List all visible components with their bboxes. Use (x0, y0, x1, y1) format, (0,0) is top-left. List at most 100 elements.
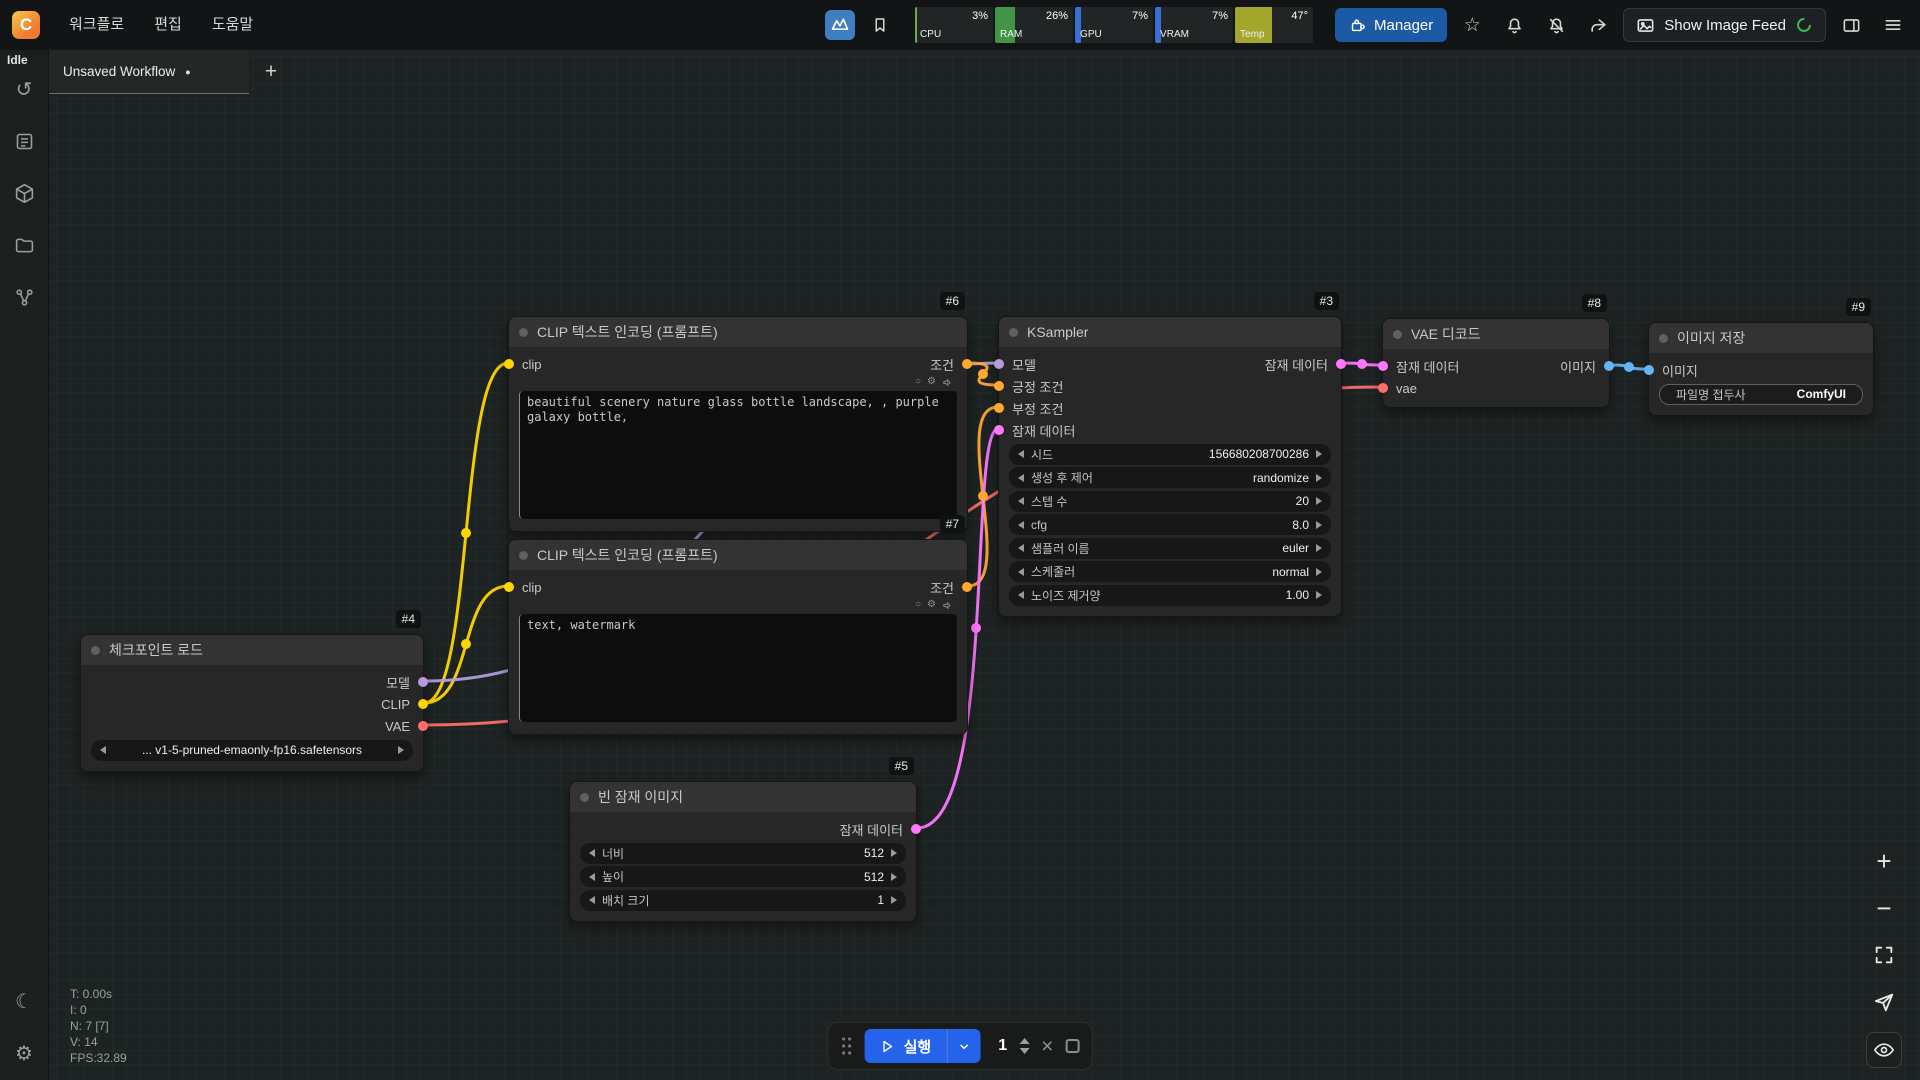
output-port-image[interactable] (1604, 361, 1614, 371)
node-clip-text-encode-negative[interactable]: #7 CLIP 텍스트 인코딩 (프롬프트) clip 조건 ○ ⚙ text,… (508, 539, 968, 735)
node-collapse-dot[interactable] (1009, 328, 1018, 337)
node-title-bar[interactable]: CLIP 텍스트 인코딩 (프롬프트) (509, 540, 967, 570)
increment-icon[interactable] (891, 896, 897, 904)
node-collapse-dot[interactable] (1393, 330, 1402, 339)
widget-steps[interactable]: 스텝 수 20 (1009, 491, 1331, 512)
favorite-star-icon[interactable]: ☆ (1455, 8, 1489, 42)
widget-sampler-name[interactable]: 샘플러 이름 euler (1009, 538, 1331, 559)
node-collapse-dot[interactable] (519, 551, 528, 560)
batch-count-stepper[interactable] (1019, 1038, 1029, 1054)
increment-icon[interactable] (1316, 591, 1322, 599)
input-port-latent[interactable] (1378, 361, 1388, 371)
combo-prev-icon[interactable] (100, 746, 106, 754)
widget-batch-size[interactable]: 배치 크기 1 (580, 890, 906, 911)
output-port-conditioning[interactable] (962, 582, 972, 592)
widget-denoise[interactable]: 노이즈 제거양 1.00 (1009, 585, 1331, 606)
node-title-bar[interactable]: KSampler (999, 317, 1341, 347)
manager-button[interactable]: Manager (1335, 8, 1447, 42)
speaker-icon[interactable] (942, 600, 953, 611)
decrement-icon[interactable] (1018, 591, 1024, 599)
tab-unsaved-workflow[interactable]: Unsaved Workflow ● (49, 50, 249, 94)
hamburger-menu-icon[interactable] (1876, 8, 1910, 42)
node-title-bar[interactable]: CLIP 텍스트 인코딩 (프롬프트) (509, 317, 967, 347)
node-clip-text-encode-positive[interactable]: #6 CLIP 텍스트 인코딩 (프롬프트) clip 조건 ○ ⚙ beaut… (508, 316, 968, 532)
settings-gear-icon[interactable]: ⚙ (11, 1040, 37, 1066)
queue-list-icon[interactable] (11, 128, 37, 154)
decrement-icon[interactable] (1018, 474, 1024, 482)
fit-view-button[interactable] (1866, 938, 1902, 972)
pin-circle-icon[interactable]: ○ (915, 377, 921, 387)
bookmark-icon[interactable] (863, 8, 897, 42)
prompt-textarea[interactable]: beautiful scenery nature glass bottle la… (519, 391, 957, 519)
model-library-icon[interactable] (11, 180, 37, 206)
combo-next-icon[interactable] (398, 746, 404, 754)
new-workflow-tab-button[interactable]: + (249, 50, 293, 94)
node-title-bar[interactable]: 이미지 저장 (1649, 323, 1873, 353)
output-port-latent[interactable] (1336, 359, 1346, 369)
increment-icon[interactable] (1316, 497, 1322, 505)
increment-icon[interactable] (1316, 450, 1322, 458)
widget-seed[interactable]: 시드 156680208700286 (1009, 444, 1331, 465)
ckpt-name-widget[interactable]: ... v1-5-pruned-emaonly-fp16.safetensors (91, 740, 413, 761)
prompt-textarea[interactable]: text, watermark (519, 614, 957, 722)
increment-icon[interactable] (1316, 521, 1322, 529)
run-button[interactable]: 실행 (865, 1029, 947, 1063)
node-collapse-dot[interactable] (1659, 334, 1668, 343)
menu-help[interactable]: 도움말 (197, 0, 268, 50)
widget-scheduler[interactable]: 스케줄러 normal (1009, 561, 1331, 582)
input-port-positive[interactable] (994, 381, 1004, 391)
increment-icon[interactable] (891, 849, 897, 857)
decrement-icon[interactable] (1018, 521, 1024, 529)
pin-circle-icon[interactable]: ○ (915, 600, 921, 610)
share-icon[interactable] (1581, 8, 1615, 42)
input-port-clip[interactable] (504, 582, 514, 592)
output-port-model[interactable] (418, 677, 428, 687)
node-title-bar[interactable]: VAE 디코드 (1383, 319, 1609, 349)
node-title-bar[interactable]: 체크포인트 로드 (81, 635, 423, 665)
node-title-bar[interactable]: 빈 잠재 이미지 (570, 782, 916, 812)
zoom-in-button[interactable]: + (1866, 844, 1902, 878)
widget-control-after-generate[interactable]: 생성 후 제어 randomize (1009, 467, 1331, 488)
input-port-vae[interactable] (1378, 383, 1388, 393)
increment-icon[interactable] (891, 873, 897, 881)
notifications-bell-icon[interactable] (1497, 8, 1531, 42)
decrement-icon[interactable] (1018, 497, 1024, 505)
theme-moon-icon[interactable]: ☾ (11, 988, 37, 1014)
input-port-latent[interactable] (994, 425, 1004, 435)
decrement-icon[interactable] (1018, 544, 1024, 552)
output-port-clip[interactable] (418, 699, 428, 709)
output-port-latent[interactable] (911, 824, 921, 834)
decrement-icon[interactable] (589, 873, 595, 881)
notifications-muted-bell-icon[interactable] (1539, 8, 1573, 42)
decrement-icon[interactable] (589, 849, 595, 857)
output-port-vae[interactable] (418, 721, 428, 731)
history-icon[interactable]: ↺ (11, 76, 37, 102)
node-collapse-dot[interactable] (580, 793, 589, 802)
widget-cfg[interactable]: cfg 8.0 (1009, 514, 1331, 535)
comfyui-logo[interactable]: C (12, 11, 40, 39)
node-empty-latent-image[interactable]: #5 빈 잠재 이미지 잠재 데이터 너비 512 높이 512 배치 크기 1 (569, 781, 917, 922)
input-port-image[interactable] (1644, 365, 1654, 375)
input-port-negative[interactable] (994, 403, 1004, 413)
filename-prefix-widget[interactable]: 파일명 접두사 ComfyUI (1659, 384, 1863, 405)
decrement-icon[interactable] (1018, 568, 1024, 576)
workflows-folder-icon[interactable] (11, 232, 37, 258)
batch-count-input[interactable]: 1 (998, 1037, 1007, 1055)
decrement-icon[interactable] (1018, 450, 1024, 458)
decrement-icon[interactable] (1019, 1048, 1029, 1054)
node-load-checkpoint[interactable]: #4 체크포인트 로드 모델 CLIP VAE ... v1-5-pruned-… (80, 634, 424, 772)
node-ksampler[interactable]: #3 KSampler 모델 잠재 데이터 긍정 조건 부정 조건 잠재 데이터… (998, 316, 1342, 617)
increment-icon[interactable] (1316, 474, 1322, 482)
toggle-visibility-button[interactable] (1866, 1032, 1902, 1068)
node-vae-decode[interactable]: #8 VAE 디코드 잠재 데이터 이미지 vae (1382, 318, 1610, 408)
drag-handle[interactable] (841, 1036, 853, 1056)
node-save-image[interactable]: #9 이미지 저장 이미지 파일명 접두사 ComfyUI (1648, 322, 1874, 416)
widget-width[interactable]: 너비 512 (580, 843, 906, 864)
speaker-icon[interactable] (942, 377, 953, 388)
node-collapse-dot[interactable] (519, 328, 528, 337)
node-gear-icon[interactable]: ⚙ (927, 600, 936, 610)
increment-icon[interactable] (1316, 568, 1322, 576)
widget-height[interactable]: 높이 512 (580, 866, 906, 887)
decrement-icon[interactable] (589, 896, 595, 904)
increment-icon[interactable] (1316, 544, 1322, 552)
